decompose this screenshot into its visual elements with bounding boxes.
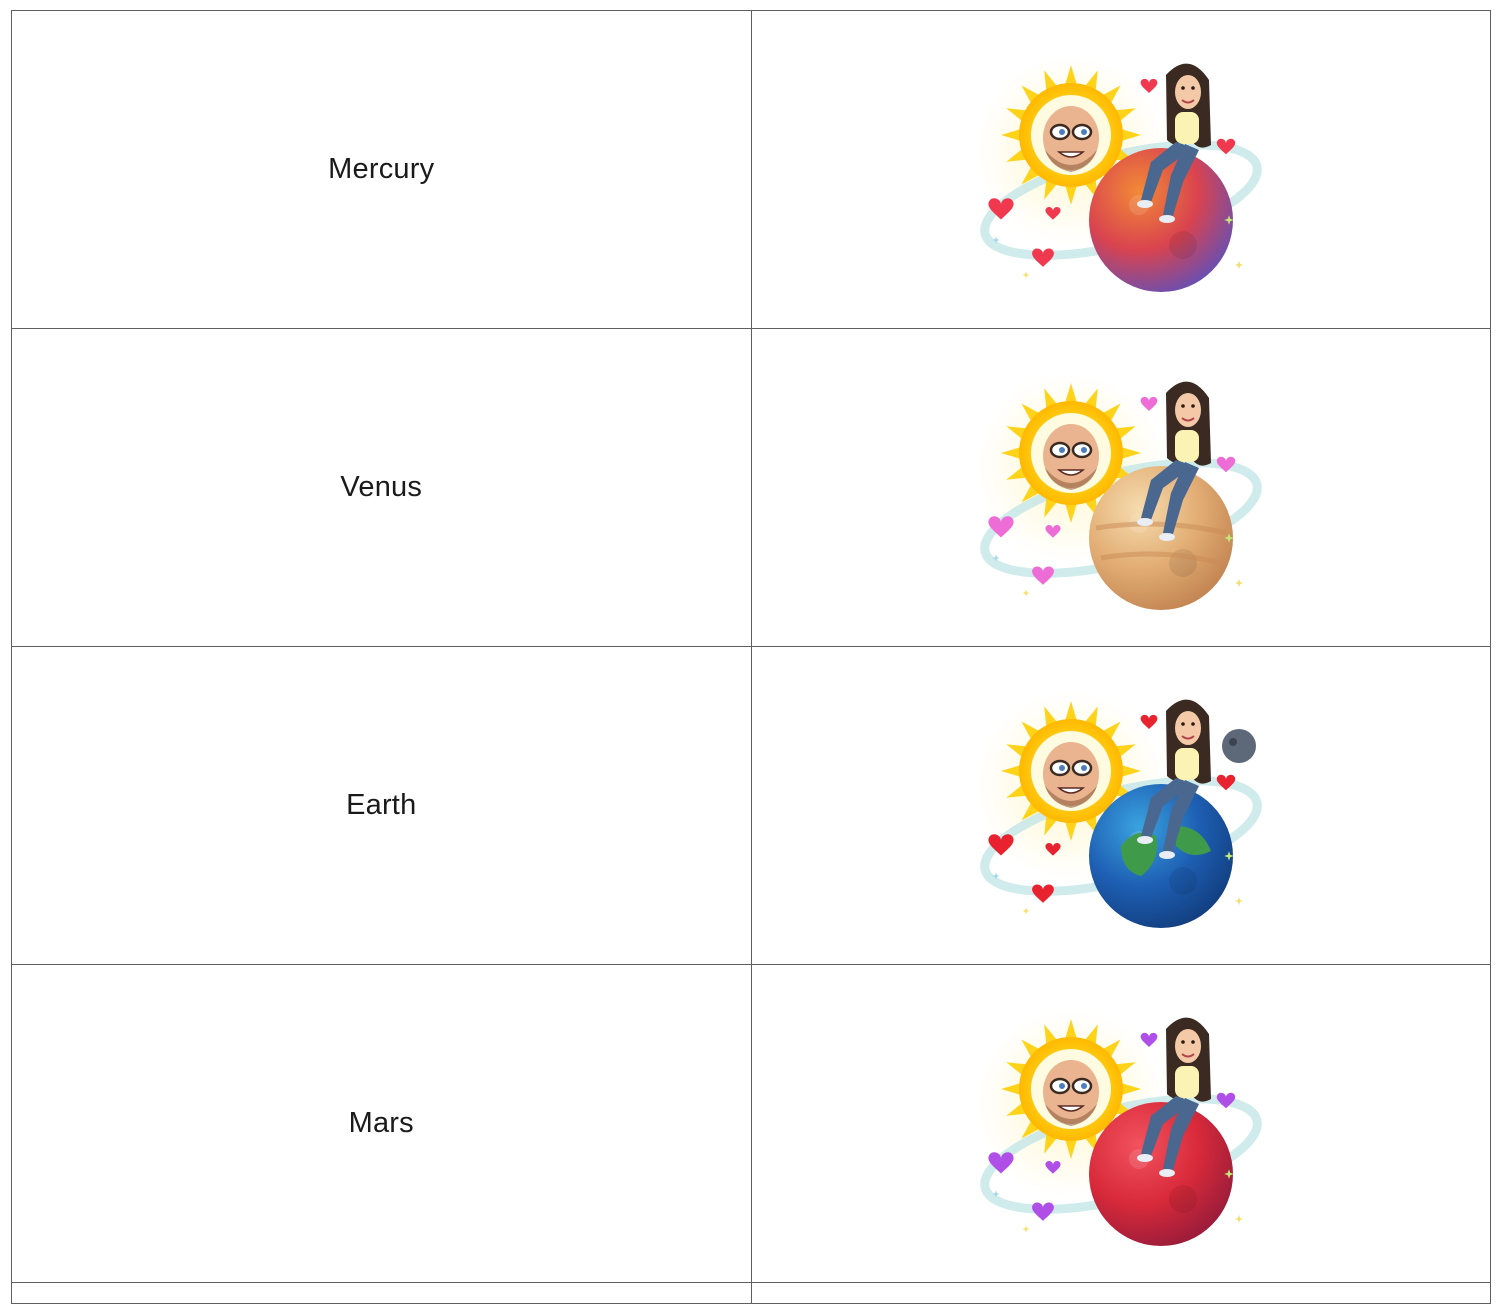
planet-name-cell: Mercury bbox=[11, 10, 752, 329]
planet-name-cell: Mars bbox=[11, 964, 752, 1283]
planet-name: Earth bbox=[346, 789, 417, 821]
planet-name: Mars bbox=[348, 1107, 414, 1139]
planet-name: Venus bbox=[340, 471, 423, 503]
planet-table: Mercury Venus Earth Mars bbox=[11, 10, 1491, 1304]
earth-sticker-icon bbox=[975, 690, 1262, 928]
empty-cell bbox=[11, 1282, 752, 1304]
sticker-cell bbox=[750, 646, 1491, 965]
table-row: Earth bbox=[11, 646, 1491, 965]
planet-name: Mercury bbox=[328, 153, 435, 185]
planet-name-cell: Earth bbox=[11, 646, 752, 965]
mercury-sticker-icon bbox=[975, 54, 1262, 292]
sticker-cell bbox=[750, 964, 1491, 1283]
table-row: Mercury bbox=[11, 10, 1491, 329]
venus-sticker-icon bbox=[975, 372, 1262, 610]
table-row: Venus bbox=[11, 328, 1491, 647]
sticker-cell bbox=[750, 328, 1491, 647]
sticker-cell bbox=[750, 10, 1491, 329]
table-row: Mars bbox=[11, 964, 1491, 1283]
table-row-partial bbox=[11, 1282, 1491, 1304]
planet-name-cell: Venus bbox=[11, 328, 752, 647]
mars-sticker-icon bbox=[975, 1008, 1262, 1246]
empty-cell bbox=[750, 1282, 1491, 1304]
